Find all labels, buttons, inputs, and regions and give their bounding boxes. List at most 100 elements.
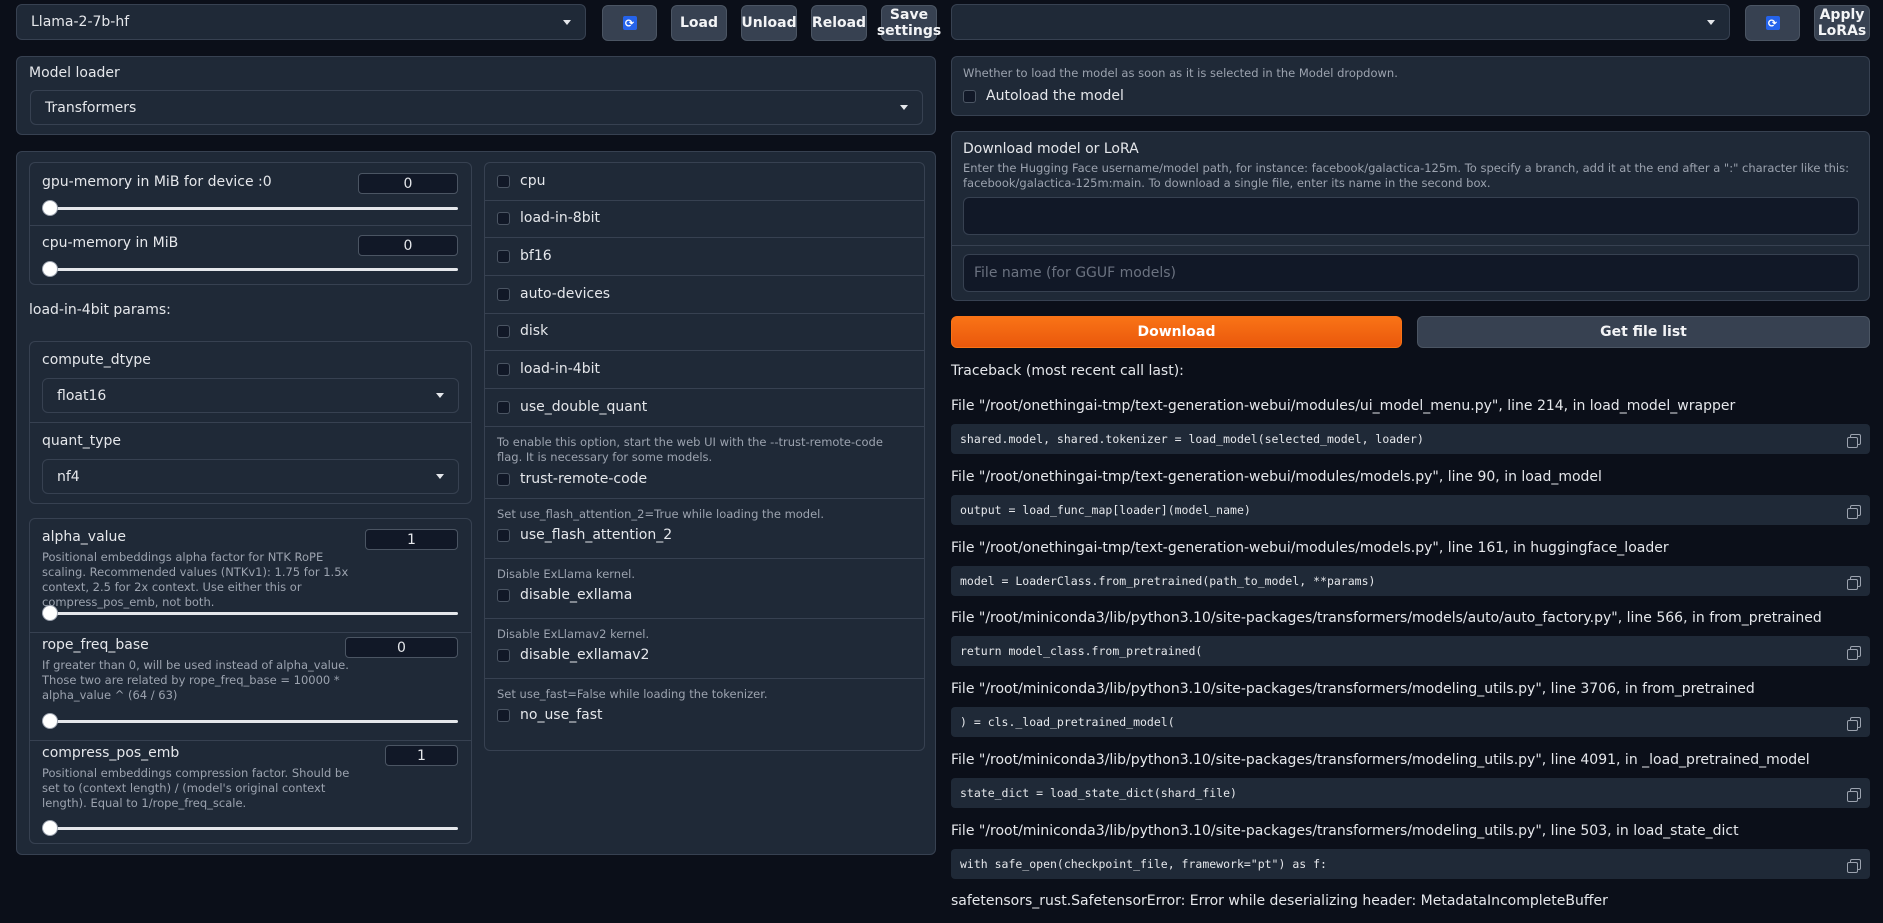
refresh-loras-button[interactable]: ⟳ [1745,5,1800,41]
copy-icon[interactable] [1847,433,1861,448]
model-loader-panel: Model loader Transformers [16,56,936,135]
load-button[interactable]: Load [671,5,727,41]
gpu-memory-label: gpu-memory in MiB for device :0 [42,174,272,190]
slider-thumb[interactable] [42,605,58,621]
checkbox-load-in-4bit[interactable]: load-in-4bit [497,359,600,379]
checkbox-no-use-fast[interactable]: no_use_fast [497,705,603,725]
checkbox-box[interactable] [497,708,510,722]
checkbox-box[interactable] [497,249,510,263]
model-path-input[interactable] [963,197,1859,235]
autoload-panel: Whether to load the model as soon as it … [951,56,1870,116]
checkbox-auto-devices[interactable]: auto-devices [497,284,610,304]
checkbox-box[interactable] [497,211,510,225]
download-title: Download model or LoRA [963,141,1139,157]
get-file-list-button[interactable]: Get file list [1417,316,1870,348]
load-in-4bit-params-heading: load-in-4bit params: [29,302,171,318]
compress-pos-emb-slider[interactable] [42,819,458,837]
gpu-memory-slider[interactable] [42,199,458,217]
exllama-info: Disable ExLlama kernel. [497,567,636,581]
cpu-memory-input[interactable]: 0 [358,235,458,256]
copy-icon[interactable] [1847,645,1861,660]
lora-select[interactable] [951,4,1730,40]
compute-dtype-select[interactable]: float16 [42,378,459,413]
reload-button[interactable]: Reload [811,5,867,41]
model-loader-label: Model loader [29,65,120,81]
traceback-error: safetensors_rust.SafetensorError: Error … [951,893,1608,909]
checkbox-box[interactable] [497,528,510,542]
apply-loras-button[interactable]: Apply LoRAs [1814,5,1870,41]
slider-thumb[interactable] [42,713,58,729]
loader-flags-group: cpu load-in-8bit bf16 auto-devices disk … [484,162,925,751]
slider-thumb[interactable] [42,200,58,216]
chevron-down-icon [436,474,444,479]
slider-track [42,720,458,723]
checkbox-box[interactable] [497,472,510,486]
checkbox-label: use_double_quant [520,399,648,415]
slider-track [42,207,458,210]
model-select-value: Llama-2-7b-hf [31,14,130,30]
chevron-down-icon [900,105,908,110]
checkbox-box[interactable] [497,324,510,338]
save-settings-button[interactable]: Save settings [877,5,941,41]
divider [485,275,924,276]
model-loader-select[interactable]: Transformers [30,90,923,125]
slider-track [42,612,458,615]
copy-icon[interactable] [1847,504,1861,519]
checkbox-disable-exllama[interactable]: disable_exllama [497,585,632,605]
copy-icon[interactable] [1847,575,1861,590]
divider [485,237,924,238]
rope-freq-base-slider[interactable] [42,712,458,730]
traceback-code-block: shared.model, shared.tokenizer = load_mo… [951,424,1870,454]
checkbox-box[interactable] [497,588,510,602]
slider-track [42,268,458,271]
checkbox-label: disable_exllamav2 [520,647,650,663]
checkbox-trust-remote-code[interactable]: trust-remote-code [497,469,647,489]
rope-freq-base-label: rope_freq_base [42,637,149,653]
chevron-down-icon [1707,19,1715,25]
checkbox-use-flash-attention-2[interactable]: use_flash_attention_2 [497,525,672,545]
checkbox-load-in-8bit[interactable]: load-in-8bit [497,208,600,228]
checkbox-box[interactable] [963,89,976,103]
checkbox-label: no_use_fast [520,707,603,723]
slider-thumb[interactable] [42,820,58,836]
download-button[interactable]: Download [951,316,1402,348]
copy-icon[interactable] [1847,858,1861,873]
alpha-value-input[interactable]: 1 [365,529,458,550]
checkbox-label: bf16 [520,248,552,264]
rope-freq-base-input[interactable]: 0 [345,637,458,658]
checkbox-label: disk [520,323,549,339]
checkbox-label: load-in-4bit [520,361,600,377]
gpu-memory-input[interactable]: 0 [358,173,458,194]
checkbox-box[interactable] [497,362,510,376]
divider [485,426,924,427]
model-loader-value: Transformers [45,99,137,116]
slider-thumb[interactable] [42,261,58,277]
fourbit-params-group: compute_dtype float16 quant_type nf4 [29,341,472,504]
checkbox-label: use_flash_attention_2 [520,527,673,543]
alpha-value-slider[interactable] [42,604,458,622]
checkbox-bf16[interactable]: bf16 [497,246,552,266]
checkbox-cpu[interactable]: cpu [497,171,545,191]
checkbox-disk[interactable]: disk [497,321,548,341]
copy-icon[interactable] [1847,787,1861,802]
checkbox-box[interactable] [497,648,510,662]
divider [485,498,924,499]
checkbox-autoload-model[interactable]: Autoload the model [963,86,1124,106]
compress-pos-emb-input[interactable]: 1 [385,745,458,766]
checkbox-box[interactable] [497,400,510,414]
unload-button[interactable]: Unload [741,5,797,41]
checkbox-box[interactable] [497,174,510,188]
checkbox-use-double-quant[interactable]: use_double_quant [497,397,647,417]
model-select[interactable]: Llama-2-7b-hf [16,4,586,40]
copy-icon[interactable] [1847,716,1861,731]
cpu-memory-slider[interactable] [42,260,458,278]
checkbox-disable-exllamav2[interactable]: disable_exllamav2 [497,645,649,665]
file-name-input[interactable]: File name (for GGUF models) [963,254,1859,292]
quant-type-select[interactable]: nf4 [42,459,459,494]
divider [952,245,1869,246]
chevron-down-icon [436,393,444,398]
divider [30,740,471,741]
refresh-models-button[interactable]: ⟳ [602,5,657,41]
checkbox-box[interactable] [497,287,510,301]
compute-dtype-value: float16 [57,387,107,404]
